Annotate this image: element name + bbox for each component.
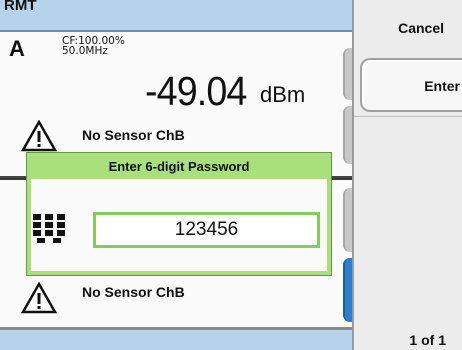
window-a-tab-lower[interactable] (343, 106, 352, 164)
sensor-warning-text-b: No Sensor ChB (82, 284, 185, 300)
softkey-separator (354, 116, 462, 117)
window-a-tab-upper[interactable] (343, 48, 352, 100)
keypad-icon (33, 214, 65, 243)
enter-softkey[interactable]: Enter (360, 58, 462, 112)
channel-label: A (9, 36, 25, 61)
frequency-label: 50.0MHz (62, 45, 108, 57)
page-indicator: 1 of 1 (409, 332, 446, 348)
password-input[interactable]: 123456 (93, 212, 320, 248)
enter-label: Enter (424, 78, 460, 94)
power-reading: -49.04 (145, 68, 247, 114)
status-mode-text: RMT (4, 0, 37, 14)
dialog-title: Enter 6-digit Password (108, 159, 250, 174)
bottom-status-bar (0, 330, 352, 350)
status-bar (0, 0, 352, 32)
cancel-label: Cancel (398, 20, 444, 36)
warning-triangle-icon (21, 282, 57, 314)
window-b-tab-upper[interactable] (343, 188, 352, 252)
sensor-warning-text-a: No Sensor ChB (82, 127, 185, 143)
power-unit: dBm (260, 82, 306, 107)
warning-triangle-icon (21, 120, 57, 152)
cancel-softkey[interactable]: Cancel (354, 2, 462, 54)
window-b-tab-active[interactable] (343, 258, 352, 322)
